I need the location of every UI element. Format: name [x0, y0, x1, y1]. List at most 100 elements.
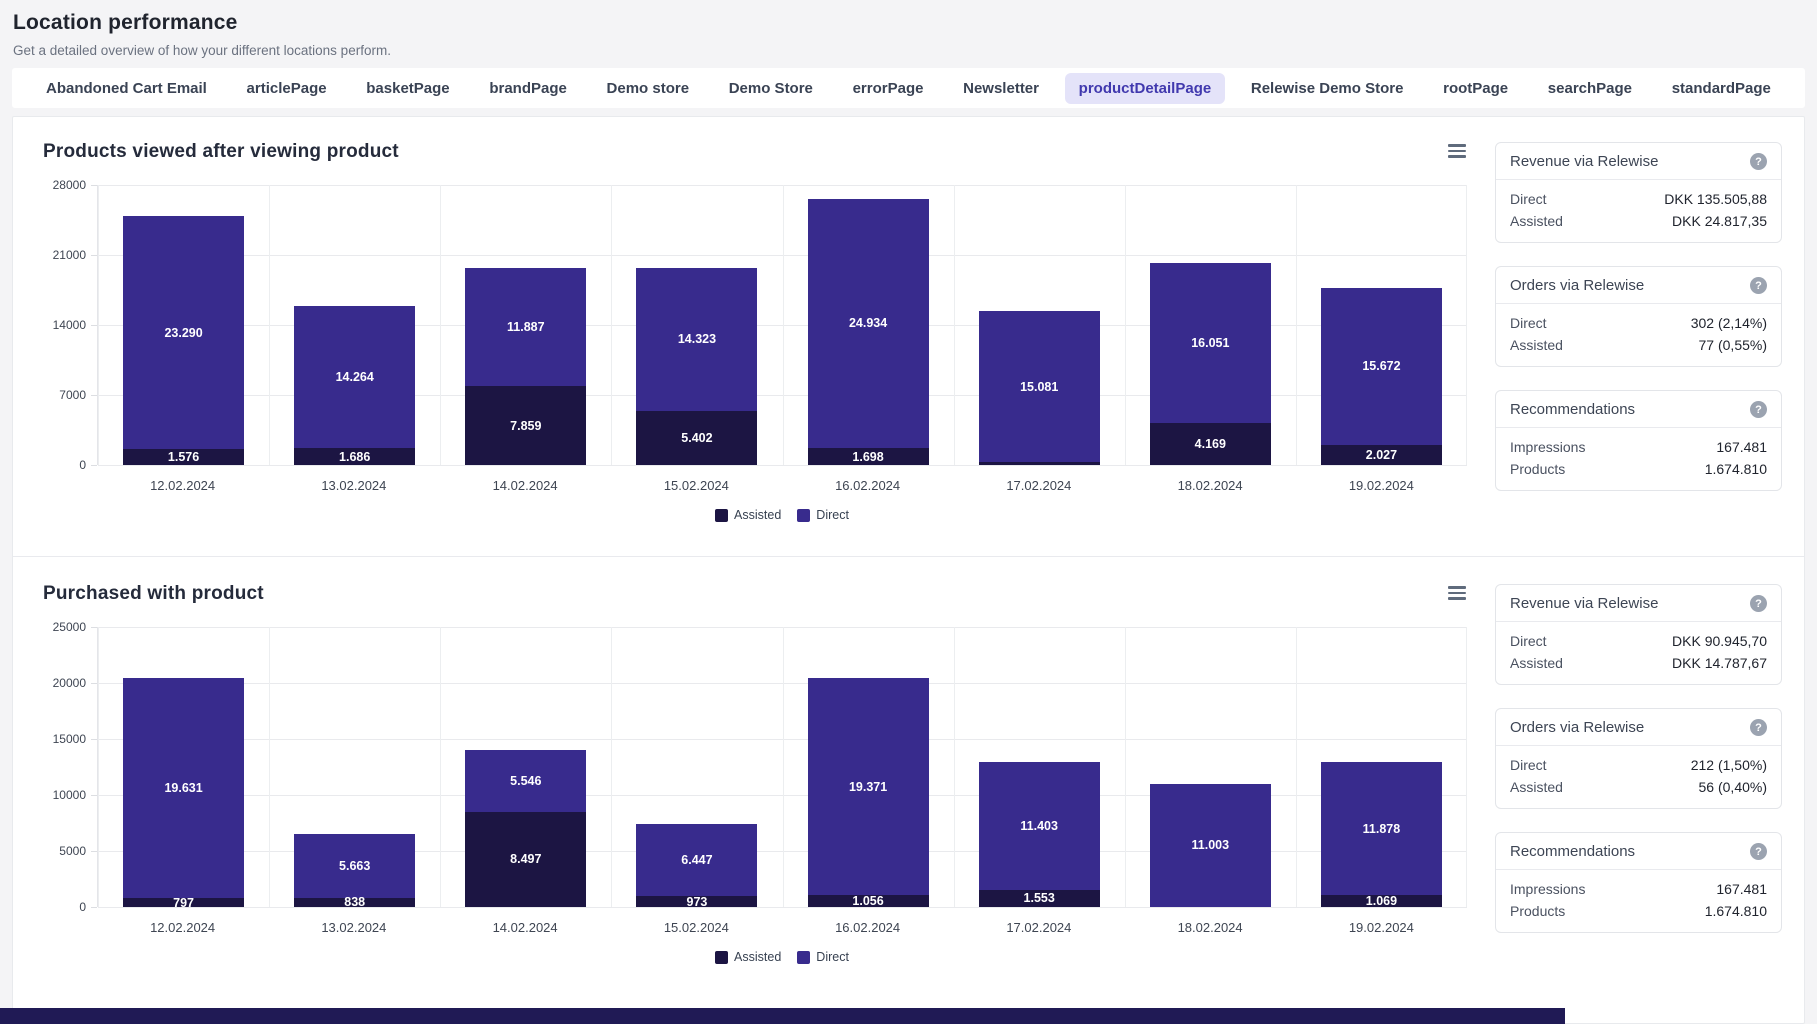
bar-15-02-2024[interactable]: 6.447 973 — [636, 824, 757, 907]
tab-newsletter[interactable]: Newsletter — [949, 73, 1053, 104]
tab-errorpage[interactable]: errorPage — [839, 73, 938, 104]
bar-16-02-2024[interactable]: 24.9341.698 — [808, 199, 929, 465]
tab-rootpage[interactable]: rootPage — [1429, 73, 1522, 104]
bar-value-label: 8.497 — [465, 852, 586, 866]
x-axis-label: 15.02.2024 — [611, 920, 782, 935]
help-icon[interactable]: ? — [1750, 595, 1767, 612]
bar-value-label: 1.576 — [123, 450, 244, 464]
legend-label: Direct — [816, 950, 849, 964]
bar-16-02-2024[interactable]: 19.3711.056 — [808, 678, 929, 907]
legend-item-assisted[interactable]: Assisted — [715, 950, 781, 964]
tab-abandoned-cart-email[interactable]: Abandoned Cart Email — [32, 73, 221, 104]
direct-segment: 11.878 — [1321, 762, 1442, 895]
bar-18-02-2024[interactable]: 16.0514.169 — [1150, 263, 1271, 465]
assisted-segment: 5.402 — [636, 411, 757, 465]
card-row-label: Products — [1510, 458, 1565, 480]
bar-14-02-2024[interactable]: 5.5468.497 — [465, 750, 586, 907]
bar-slot: 14.2641.686 — [269, 306, 440, 465]
card-row-label: Assisted — [1510, 652, 1563, 674]
bar-value-label: 11.003 — [1150, 838, 1271, 852]
assisted-segment — [979, 462, 1100, 465]
card-row-products: Products1.674.810 — [1510, 900, 1767, 922]
card-header: Revenue via Relewise? — [1496, 143, 1781, 180]
y-axis-tick: 0 — [79, 900, 86, 914]
y-axis: 07000140002100028000 — [43, 185, 97, 465]
card-title: Orders via Relewise — [1510, 719, 1644, 736]
tab-basketpage[interactable]: basketPage — [352, 73, 463, 104]
stat-card-revenue-via-relewise: Revenue via Relewise?DirectDKK 90.945,70… — [1495, 584, 1782, 685]
assisted-segment: 1.553 — [979, 890, 1100, 907]
page-title: Location performance — [13, 11, 1817, 35]
bar-value-label: 973 — [636, 895, 757, 909]
x-axis-label: 14.02.2024 — [440, 478, 611, 493]
direct-segment: 19.631 — [123, 678, 244, 898]
x-axis-label: 16.02.2024 — [782, 920, 953, 935]
card-row-direct: DirectDKK 90.945,70 — [1510, 630, 1767, 652]
stat-card-recommendations: Recommendations?Impressions167.481Produc… — [1495, 390, 1782, 491]
bar-12-02-2024[interactable]: 19.631797 — [123, 678, 244, 907]
bar-value-label: 11.403 — [979, 819, 1100, 833]
assisted-segment: 1.686 — [294, 448, 415, 465]
x-axis-label: 18.02.2024 — [1125, 478, 1296, 493]
tab-demo-store[interactable]: Demo Store — [715, 73, 827, 104]
bar-15-02-2024[interactable]: 14.323 5.402 — [636, 268, 757, 465]
assisted-segment: 797 — [123, 898, 244, 907]
bar-value-label: 5.663 — [294, 859, 415, 873]
bar-value-label: 24.934 — [808, 316, 929, 330]
tab-relewise-demo-store[interactable]: Relewise Demo Store — [1237, 73, 1418, 104]
hamburger-menu-icon[interactable] — [1447, 583, 1467, 603]
assisted-segment: 2.027 — [1321, 445, 1442, 465]
bar-slot: 11.8781.069 — [1296, 762, 1467, 907]
help-icon[interactable]: ? — [1750, 719, 1767, 736]
card-row-label: Assisted — [1510, 210, 1563, 232]
bar-value-label: 7.859 — [465, 419, 586, 433]
bar-14-02-2024[interactable]: 11.8877.859 — [465, 268, 586, 465]
help-icon[interactable]: ? — [1750, 277, 1767, 294]
legend-item-direct[interactable]: Direct — [797, 508, 849, 522]
bar-slot: 16.0514.169 — [1125, 263, 1296, 465]
hamburger-menu-icon[interactable] — [1447, 141, 1467, 161]
card-row-assisted: AssistedDKK 24.817,35 — [1510, 210, 1767, 232]
tab-brandpage[interactable]: brandPage — [475, 73, 581, 104]
card-row-products: Products1.674.810 — [1510, 458, 1767, 480]
bar-17-02-2024[interactable]: 11.403 1.553 — [979, 762, 1100, 907]
card-body: Impressions167.481Products1.674.810 — [1496, 870, 1781, 932]
card-body: DirectDKK 135.505,88AssistedDKK 24.817,3… — [1496, 180, 1781, 242]
bar-value-label: 6.447 — [636, 853, 757, 867]
tab-demo-store[interactable]: Demo store — [593, 73, 704, 104]
bar-13-02-2024[interactable]: 14.2641.686 — [294, 306, 415, 465]
tab-searchpage[interactable]: searchPage — [1534, 73, 1646, 104]
help-icon[interactable]: ? — [1750, 401, 1767, 418]
direct-segment: 11.403 — [979, 762, 1100, 890]
help-icon[interactable]: ? — [1750, 843, 1767, 860]
legend-swatch — [715, 509, 728, 522]
x-axis-label: 16.02.2024 — [782, 478, 953, 493]
bar-18-02-2024[interactable]: 11.003 — [1150, 784, 1271, 907]
bar-12-02-2024[interactable]: 23.2901.576 — [123, 216, 244, 465]
tab-productdetailpage[interactable]: productDetailPage — [1065, 73, 1226, 104]
assisted-segment: 838 — [294, 898, 415, 907]
bar-13-02-2024[interactable]: 5.663 838 — [294, 834, 415, 907]
help-icon[interactable]: ? — [1750, 153, 1767, 170]
bar-19-02-2024[interactable]: 11.8781.069 — [1321, 762, 1442, 907]
stat-card-revenue-via-relewise: Revenue via Relewise?DirectDKK 135.505,8… — [1495, 142, 1782, 243]
bar-value-label: 2.027 — [1321, 448, 1442, 462]
menu-bar — [1448, 144, 1466, 147]
bar-17-02-2024[interactable]: 15.081 — [979, 311, 1100, 465]
x-axis-label: 19.02.2024 — [1296, 920, 1467, 935]
chart-header: Products viewed after viewing product — [43, 141, 1467, 163]
tab-standardpage[interactable]: standardPage — [1658, 73, 1785, 104]
bar-slot: 11.8877.859 — [440, 268, 611, 465]
legend-item-assisted[interactable]: Assisted — [715, 508, 781, 522]
bar-value-label: 14.323 — [636, 332, 757, 346]
card-row-impressions: Impressions167.481 — [1510, 436, 1767, 458]
bar-slot: 19.631797 — [98, 678, 269, 907]
bar-value-label: 5.402 — [636, 431, 757, 445]
bar-19-02-2024[interactable]: 15.6722.027 — [1321, 288, 1442, 465]
tab-articlepage[interactable]: articlePage — [233, 73, 341, 104]
chart-column: Purchased with product050001000015000200… — [43, 583, 1467, 964]
card-row-direct: DirectDKK 135.505,88 — [1510, 188, 1767, 210]
card-row-label: Direct — [1510, 630, 1547, 652]
y-axis-tick: 21000 — [53, 248, 86, 262]
legend-item-direct[interactable]: Direct — [797, 950, 849, 964]
